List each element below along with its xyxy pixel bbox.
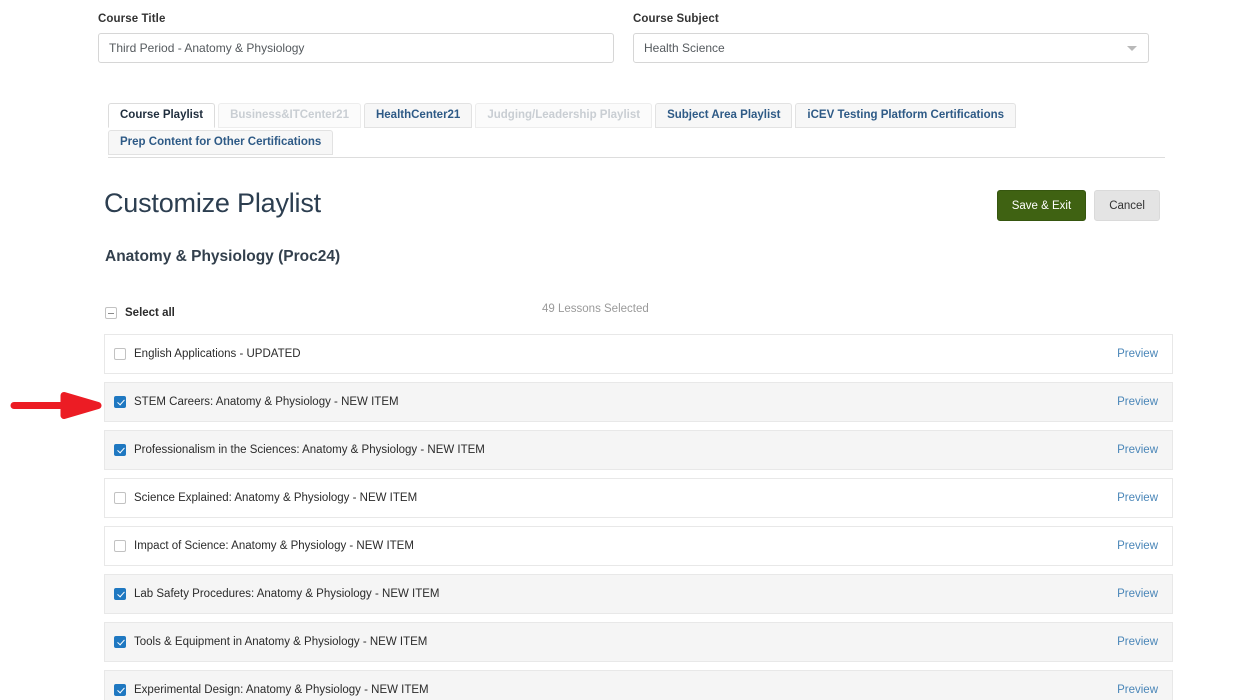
preview-link[interactable]: Preview (1117, 684, 1158, 696)
lesson-checkbox[interactable] (114, 444, 126, 456)
lesson-row[interactable]: Experimental Design: Anatomy & Physiolog… (104, 670, 1173, 700)
lesson-row[interactable]: Lab Safety Procedures: Anatomy & Physiol… (104, 574, 1173, 614)
page-actions: Save & Exit Cancel (996, 190, 1160, 221)
lesson-label: STEM Careers: Anatomy & Physiology - NEW… (134, 396, 399, 408)
lesson-checkbox[interactable] (114, 540, 126, 552)
lesson-label: Tools & Equipment in Anatomy & Physiolog… (134, 636, 428, 648)
lesson-row[interactable]: English Applications - UPDATED Preview (104, 334, 1173, 374)
preview-link[interactable]: Preview (1117, 348, 1158, 360)
preview-link[interactable]: Preview (1117, 492, 1158, 504)
lesson-label: Experimental Design: Anatomy & Physiolog… (134, 684, 429, 696)
save-and-exit-button[interactable]: Save & Exit (996, 190, 1087, 221)
lesson-checkbox[interactable] (114, 396, 126, 408)
customize-playlist-page: Course Title Course Subject Course Playl… (0, 0, 1248, 700)
course-title-input[interactable] (98, 33, 614, 63)
select-all-row: Select all 49 Lessons Selected (105, 303, 1173, 323)
lessons-selected-count: 49 Lessons Selected (542, 303, 649, 315)
select-all-checkbox[interactable] (105, 307, 117, 319)
lesson-label: Impact of Science: Anatomy & Physiology … (134, 540, 414, 552)
playlist-tabs: Course Playlist Business&ITCenter21 Health… (108, 103, 1165, 158)
lesson-checkbox[interactable] (114, 348, 126, 360)
lesson-row[interactable]: Science Explained: Anatomy & Physiology … (104, 478, 1173, 518)
tab-judging-leadership-playlist: Judging/Leadership Playlist (475, 103, 653, 128)
lesson-list: English Applications - UPDATED Preview STE… (104, 334, 1173, 700)
lesson-row[interactable]: Professionalism in the Sciences: Anatomy… (104, 430, 1173, 470)
lesson-row[interactable]: STEM Careers: Anatomy & Physiology - NEW… (104, 382, 1173, 422)
tab-business-itcenter21: Business&ITCenter21 (218, 103, 361, 128)
course-subject-select[interactable] (633, 33, 1149, 63)
lesson-checkbox[interactable] (114, 588, 126, 600)
lesson-row[interactable]: Tools & Equipment in Anatomy & Physiolog… (104, 622, 1173, 662)
page-title: Customize Playlist (104, 188, 321, 218)
preview-link[interactable]: Preview (1117, 396, 1158, 408)
course-title-field-group: Course Title (98, 12, 614, 63)
preview-link[interactable]: Preview (1117, 636, 1158, 648)
tab-subject-area-playlist[interactable]: Subject Area Playlist (655, 103, 793, 128)
course-title-label: Course Title (98, 13, 166, 25)
tab-course-playlist[interactable]: Course Playlist (108, 103, 216, 128)
lesson-checkbox[interactable] (114, 636, 126, 648)
tab-prep-content-for-other-certifications[interactable]: Prep Content for Other Certifications (108, 130, 334, 155)
lesson-label: Lab Safety Procedures: Anatomy & Physiol… (134, 588, 440, 600)
preview-link[interactable]: Preview (1117, 444, 1158, 456)
tab-icev-testing-platform-certifications[interactable]: iCEV Testing Platform Certifications (795, 103, 1017, 128)
lesson-label: Science Explained: Anatomy & Physiology … (134, 492, 418, 504)
course-subject-select-wrap (633, 33, 1149, 63)
lesson-row[interactable]: Impact of Science: Anatomy & Physiology … (104, 526, 1173, 566)
course-form: Course Title Course Subject (98, 12, 1158, 63)
preview-link[interactable]: Preview (1117, 540, 1158, 552)
playlist-subtitle: Anatomy & Physiology (Proc24) (105, 248, 341, 265)
lesson-checkbox[interactable] (114, 684, 126, 696)
course-subject-field-group: Course Subject (633, 12, 1149, 63)
course-subject-label: Course Subject (633, 13, 719, 25)
annotation-arrow-icon (10, 392, 102, 419)
lesson-label: English Applications - UPDATED (134, 348, 301, 360)
select-all-label: Select all (125, 307, 175, 319)
tab-healthcenter21[interactable]: HealthCenter21 (363, 103, 473, 128)
preview-link[interactable]: Preview (1117, 588, 1158, 600)
cancel-button[interactable]: Cancel (1094, 190, 1160, 221)
lesson-label: Professionalism in the Sciences: Anatomy… (134, 444, 485, 456)
lesson-checkbox[interactable] (114, 492, 126, 504)
